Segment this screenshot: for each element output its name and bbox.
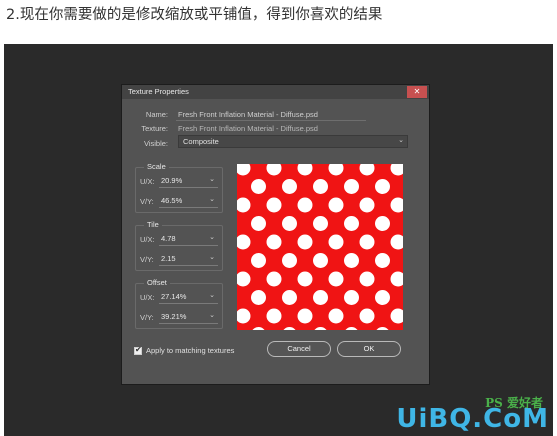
offset-vy-input[interactable]: 39.21% ⌄ (159, 311, 218, 324)
chevron-down-icon[interactable]: ⌄ (209, 175, 215, 183)
close-button[interactable]: ✕ (407, 86, 427, 98)
pattern-dot (282, 290, 297, 305)
pattern-dot (297, 271, 313, 287)
scale-group-title: Scale (144, 162, 169, 171)
scale-group: Scale U/X: 20.9% ⌄ V/Y: 46.5% ⌄ (135, 162, 223, 213)
visible-label: Visible: (143, 139, 168, 148)
pattern-dot (344, 290, 359, 305)
pattern-dot (359, 197, 375, 213)
pattern-dot (359, 234, 375, 250)
watermark-logo: PS 爱好者 UiBQ.CoM (379, 390, 549, 432)
pattern-dot (344, 216, 359, 231)
tile-ux-input[interactable]: 4.78 ⌄ (159, 233, 218, 246)
checkmark-icon: ✔ (135, 345, 142, 354)
texture-label: Texture: (141, 124, 168, 133)
pattern-dot (266, 271, 282, 287)
chevron-down-icon[interactable]: ⌄ (209, 233, 215, 241)
pattern-dot (328, 271, 344, 287)
pattern-dot (251, 216, 266, 231)
offset-vy-label: V/Y: (140, 313, 154, 322)
ok-button[interactable]: OK (337, 341, 401, 357)
offset-ux-input[interactable]: 27.14% ⌄ (159, 291, 218, 304)
pattern-dot (297, 308, 313, 324)
pattern-dot (297, 197, 313, 213)
chevron-down-icon[interactable]: ⌄ (209, 311, 215, 319)
name-label: Name: (145, 110, 168, 119)
pattern-dot (266, 308, 282, 324)
pattern-dot (375, 179, 390, 194)
scale-ux-value: 20.9% (161, 176, 183, 185)
tile-group: Tile U/X: 4.78 ⌄ V/Y: 2.15 ⌄ (135, 220, 223, 271)
dialog-title: Texture Properties (128, 87, 189, 96)
pattern-dot (328, 234, 344, 250)
tile-vy-label: V/Y: (140, 255, 154, 264)
tutorial-caption: 2.现在你需要做的是修改缩放或平铺值，得到你喜欢的结果 (6, 7, 383, 23)
tile-group-title: Tile (144, 220, 162, 229)
scale-vy-value: 46.5% (161, 196, 183, 205)
chevron-down-icon: ⌄ (398, 137, 404, 144)
chevron-down-icon[interactable]: ⌄ (209, 195, 215, 203)
texture-preview (237, 164, 403, 330)
pattern-dot (359, 271, 375, 287)
texture-value: Fresh Front Inflation Material - Diffuse… (178, 124, 318, 133)
pattern-dot (375, 290, 390, 305)
pattern-dot (282, 179, 297, 194)
pattern-dot (344, 179, 359, 194)
offset-ux-label: U/X: (140, 293, 155, 302)
pattern-dot (266, 197, 282, 213)
pattern-dot (313, 216, 328, 231)
scale-vy-label: V/Y: (140, 197, 154, 206)
pattern-dot (328, 197, 344, 213)
watermark-brand: UiBQ.CoM (396, 404, 549, 434)
pattern-dot (282, 216, 297, 231)
pattern-dot (375, 253, 390, 268)
offset-vy-value: 39.21% (161, 312, 187, 321)
pattern-dot (266, 234, 282, 250)
name-field-underline (176, 120, 366, 121)
scale-ux-label: U/X: (140, 177, 155, 186)
chevron-down-icon[interactable]: ⌄ (209, 253, 215, 261)
pattern-dot (313, 179, 328, 194)
polka-dot-pattern (237, 164, 403, 330)
pattern-dot (359, 308, 375, 324)
pattern-dot (313, 253, 328, 268)
pattern-dot (251, 290, 266, 305)
scale-vy-input[interactable]: 46.5% ⌄ (159, 195, 218, 208)
pattern-dot (328, 308, 344, 324)
offset-group-title: Offset (144, 278, 170, 287)
pattern-dot (375, 216, 390, 231)
apply-checkbox-label[interactable]: Apply to matching textures (146, 346, 234, 355)
offset-ux-value: 27.14% (161, 292, 187, 301)
dialog-titlebar[interactable]: Texture Properties ✕ (122, 85, 429, 99)
name-field[interactable]: Fresh Front Inflation Material - Diffuse… (178, 110, 318, 119)
pattern-dot (313, 290, 328, 305)
pattern-dot (344, 253, 359, 268)
chevron-down-icon[interactable]: ⌄ (209, 291, 215, 299)
scale-ux-input[interactable]: 20.9% ⌄ (159, 175, 218, 188)
visible-select-value: Composite (183, 137, 219, 146)
tile-ux-label: U/X: (140, 235, 155, 244)
apply-checkbox[interactable]: ✔ (134, 345, 142, 355)
offset-group: Offset U/X: 27.14% ⌄ V/Y: 39.21% ⌄ (135, 278, 223, 329)
visible-select[interactable]: Composite ⌄ (178, 135, 408, 148)
pattern-dot (282, 253, 297, 268)
pattern-dot (297, 234, 313, 250)
tile-vy-input[interactable]: 2.15 ⌄ (159, 253, 218, 266)
tile-vy-value: 2.15 (161, 254, 176, 263)
pattern-dot (251, 253, 266, 268)
cancel-button[interactable]: Cancel (267, 341, 331, 357)
pattern-dot (251, 179, 266, 194)
tile-ux-value: 4.78 (161, 234, 176, 243)
texture-properties-dialog: Texture Properties ✕ Name: Fresh Front I… (121, 84, 430, 385)
close-icon: ✕ (413, 87, 421, 96)
